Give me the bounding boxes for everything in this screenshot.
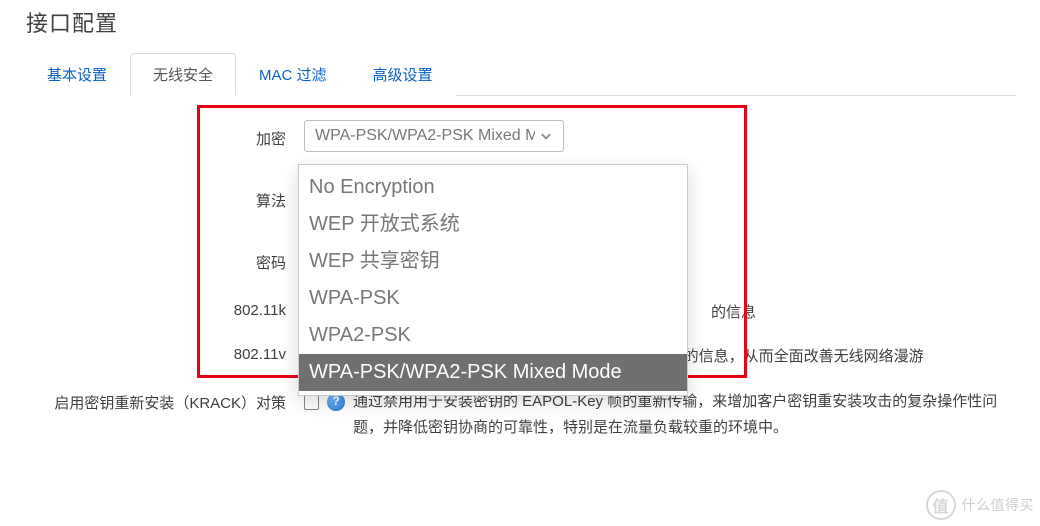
desc-80211k-fragment: 的信息 — [711, 300, 756, 326]
encryption-option[interactable]: WEP 共享密钥 — [299, 243, 687, 280]
tab-mac-filter[interactable]: MAC 过滤 — [236, 53, 350, 96]
encryption-option[interactable]: WPA2-PSK — [299, 317, 687, 354]
label-password: 密码 — [24, 248, 304, 273]
chevron-down-icon — [537, 127, 555, 145]
row-krack: 启用密钥重新安装（KRACK）对策 ? 通过禁用用于安装密钥的 EAPOL-Ke… — [24, 389, 1016, 442]
tab-advanced[interactable]: 高级设置 — [350, 53, 456, 96]
encryption-select-value: WPA-PSK/WPA2-PSK Mixed M — [315, 122, 535, 149]
encryption-option[interactable]: WPA-PSK — [299, 280, 687, 317]
tab-wireless-security[interactable]: 无线安全 — [130, 53, 236, 96]
label-krack: 启用密钥重新安装（KRACK）对策 — [24, 389, 304, 417]
watermark-logo-icon: 值 — [926, 490, 956, 520]
label-algorithm: 算法 — [24, 186, 304, 211]
label-encryption: 加密 — [24, 124, 304, 149]
tabs-bar: 基本设置 无线安全 MAC 过滤 高级设置 — [24, 52, 1016, 96]
encryption-dropdown: No Encryption WEP 开放式系统 WEP 共享密钥 WPA-PSK… — [298, 164, 688, 396]
encryption-option-selected[interactable]: WPA-PSK/WPA2-PSK Mixed Mode — [299, 354, 687, 391]
encryption-option[interactable]: WEP 开放式系统 — [299, 206, 687, 243]
watermark-text: 什么值得买 — [962, 495, 1035, 515]
desc-krack: 通过禁用用于安装密钥的 EAPOL-Key 帧的重新传输，来增加客户密钥重安装攻… — [353, 389, 1016, 442]
label-80211k: 802.11k — [24, 300, 304, 319]
tab-basic[interactable]: 基本设置 — [24, 53, 130, 96]
page-title: 接口配置 — [26, 6, 1016, 38]
encryption-select[interactable]: WPA-PSK/WPA2-PSK Mixed M — [304, 120, 564, 152]
label-80211v: 802.11v — [24, 344, 304, 363]
watermark: 值 什么值得买 — [926, 490, 1035, 520]
encryption-option[interactable]: No Encryption — [299, 169, 687, 206]
row-encryption: 加密 WPA-PSK/WPA2-PSK Mixed M — [24, 114, 1016, 158]
checkbox-krack[interactable] — [304, 395, 319, 410]
